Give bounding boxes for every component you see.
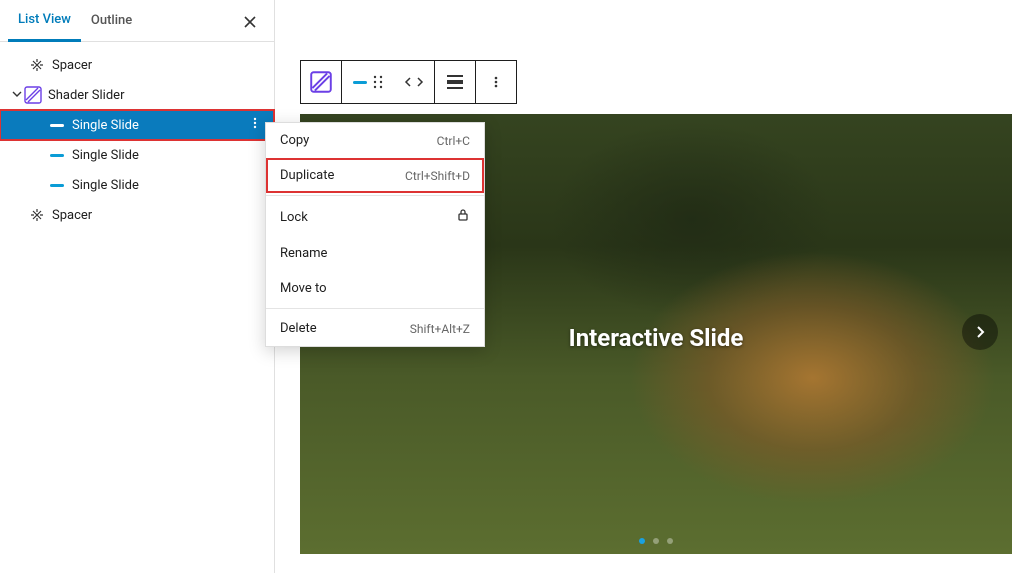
align-button[interactable] bbox=[435, 61, 475, 103]
menu-rename[interactable]: Rename bbox=[266, 236, 484, 271]
spacer-icon bbox=[28, 206, 46, 224]
pagination-dot[interactable] bbox=[639, 538, 645, 544]
sidebar-tabs: List View Outline bbox=[0, 0, 274, 42]
drag-handle-icon bbox=[373, 75, 383, 89]
spacer-icon bbox=[28, 56, 46, 74]
menu-shortcut: Ctrl+Shift+D bbox=[405, 169, 470, 183]
chevrons-icon bbox=[403, 75, 425, 89]
caret-down-icon bbox=[10, 88, 24, 103]
align-icon bbox=[446, 74, 464, 90]
more-vertical-icon bbox=[489, 75, 503, 89]
menu-label: Move to bbox=[280, 281, 327, 296]
block-tree: Spacer Shader Slider Single Slide Single… bbox=[0, 42, 274, 238]
single-slide-icon bbox=[48, 146, 66, 164]
menu-duplicate[interactable]: Duplicate Ctrl+Shift+D bbox=[266, 158, 484, 193]
menu-label: Copy bbox=[280, 133, 309, 148]
menu-label: Duplicate bbox=[280, 168, 334, 183]
single-slide-icon bbox=[353, 81, 367, 84]
tree-item-single-slide[interactable]: Single Slide bbox=[0, 170, 274, 200]
tab-outline[interactable]: Outline bbox=[81, 1, 142, 40]
menu-copy[interactable]: Copy Ctrl+C bbox=[266, 123, 484, 158]
menu-shortcut: Ctrl+C bbox=[437, 134, 470, 148]
tree-label: Single Slide bbox=[72, 148, 139, 163]
tree-label: Shader Slider bbox=[48, 88, 124, 103]
block-toolbar bbox=[300, 60, 1012, 104]
menu-shortcut: Shift+Alt+Z bbox=[410, 322, 470, 336]
block-type-button[interactable] bbox=[301, 61, 341, 103]
tree-item-single-slide-selected[interactable]: Single Slide bbox=[0, 110, 274, 140]
shader-slider-icon bbox=[310, 71, 332, 93]
tree-item-single-slide[interactable]: Single Slide bbox=[0, 140, 274, 170]
menu-separator bbox=[266, 195, 484, 196]
next-slide-button[interactable] bbox=[962, 314, 998, 350]
tree-item-spacer[interactable]: Spacer bbox=[0, 200, 274, 230]
tree-label: Spacer bbox=[52, 58, 92, 73]
menu-delete[interactable]: Delete Shift+Alt+Z bbox=[266, 311, 484, 346]
menu-separator bbox=[266, 308, 484, 309]
slide-title: Interactive Slide bbox=[569, 324, 744, 352]
menu-label: Lock bbox=[280, 210, 308, 225]
close-sidebar-button[interactable] bbox=[238, 10, 262, 38]
tree-label: Single Slide bbox=[72, 118, 139, 133]
parent-block-button[interactable] bbox=[342, 61, 394, 103]
single-slide-icon bbox=[48, 116, 66, 134]
menu-label: Rename bbox=[280, 246, 327, 261]
block-context-menu: Copy Ctrl+C Duplicate Ctrl+Shift+D Lock … bbox=[265, 122, 485, 347]
tree-item-shader-slider[interactable]: Shader Slider bbox=[0, 80, 274, 110]
more-vertical-icon bbox=[248, 116, 262, 130]
shader-slider-icon bbox=[24, 86, 42, 104]
toolbar-more-button[interactable] bbox=[476, 61, 516, 103]
pagination-dot[interactable] bbox=[667, 538, 673, 544]
tree-label: Spacer bbox=[52, 208, 92, 223]
chevron-right-icon bbox=[973, 325, 987, 339]
move-controls[interactable] bbox=[394, 61, 434, 103]
menu-lock[interactable]: Lock bbox=[266, 198, 484, 236]
close-icon bbox=[242, 14, 258, 30]
single-slide-icon bbox=[48, 176, 66, 194]
tree-item-spacer[interactable]: Spacer bbox=[0, 50, 274, 80]
lock-icon bbox=[456, 208, 470, 226]
slide-pagination bbox=[639, 538, 673, 544]
tree-item-more-button[interactable] bbox=[244, 114, 266, 136]
tree-label: Single Slide bbox=[72, 178, 139, 193]
pagination-dot[interactable] bbox=[653, 538, 659, 544]
list-view-sidebar: List View Outline Spacer Shader Slider S… bbox=[0, 0, 275, 573]
tab-list-view[interactable]: List View bbox=[8, 0, 81, 42]
menu-move-to[interactable]: Move to bbox=[266, 271, 484, 306]
menu-label: Delete bbox=[280, 321, 317, 336]
